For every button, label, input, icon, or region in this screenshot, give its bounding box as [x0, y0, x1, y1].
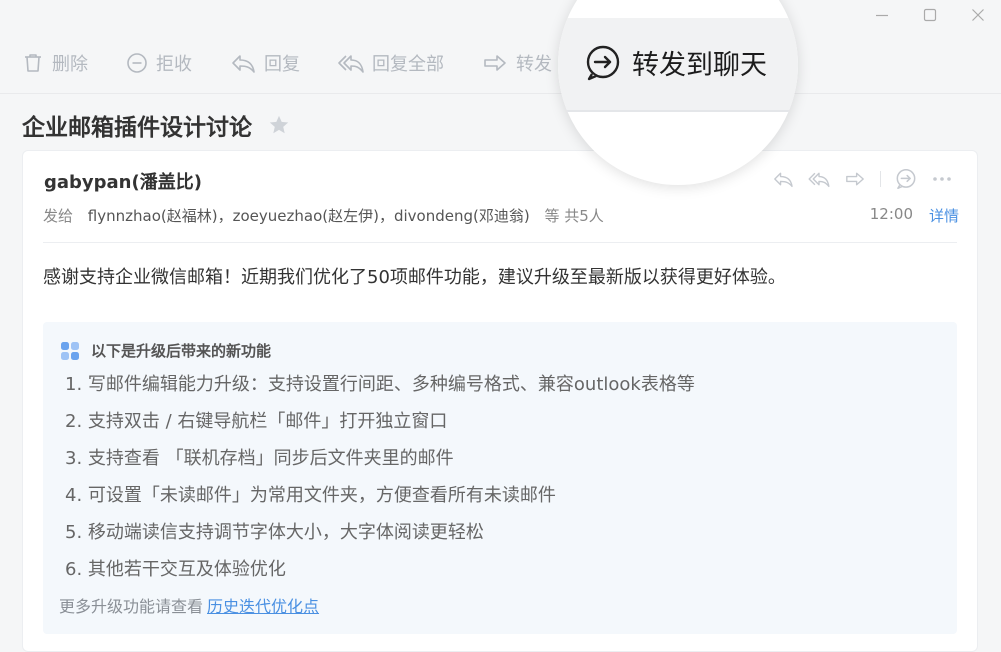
to-label: 发给 [43, 207, 74, 225]
forward-icon [482, 52, 508, 74]
recipient[interactable]: flynnzhao(赵福林) [88, 207, 218, 225]
recipient-count[interactable]: 等 共5人 [545, 207, 604, 225]
mail-toolbar: 删除 拒收 回复 回复全部 转发 [22, 48, 590, 78]
message-actions [758, 168, 953, 190]
more-features-text: 更多升级功能请查看 [59, 597, 204, 616]
delete-button[interactable]: 删除 [22, 50, 88, 76]
grid-icon [60, 341, 80, 361]
forward-label: 转发 [516, 54, 552, 75]
reply-all-label: 回复全部 [372, 54, 444, 75]
reply-all-icon[interactable] [808, 170, 830, 188]
chat-forward-icon[interactable] [895, 168, 917, 190]
minimize-icon [876, 14, 888, 17]
recipient[interactable]: zoeyuezhao(赵左伊) [233, 207, 379, 225]
forward-to-chat-label: 转发到聊天 [632, 50, 767, 81]
reply-all-icon [338, 52, 364, 74]
close-icon [972, 9, 984, 21]
trash-icon [22, 52, 44, 74]
toolbar-divider [0, 93, 1001, 94]
chat-forward-icon [584, 44, 622, 82]
reply-label: 回复 [264, 54, 300, 75]
feature-header: 以下是升级后带来的新功能 [60, 340, 271, 361]
email-subject-row: 企业邮箱插件设计讨论 [22, 108, 290, 142]
forward-button[interactable]: 转发 [482, 50, 552, 76]
reply-icon [230, 52, 256, 74]
maximize-button[interactable] [921, 6, 939, 24]
minus-circle-icon [126, 52, 148, 74]
delete-label: 删除 [52, 54, 88, 75]
minimize-button[interactable] [873, 6, 891, 24]
window-controls [873, 6, 987, 24]
forward-to-chat-button[interactable]: 转发到聊天 [584, 43, 767, 82]
reply-button[interactable]: 回复 [230, 50, 300, 76]
message-card: gabypan(潘盖比) 发给 flynnzhao(赵福林)，zoeyuezha… [22, 150, 978, 652]
email-time: 12:00 [869, 205, 913, 223]
feature-box: 以下是升级后带来的新功能 1. 写邮件编辑能力升级：支持设置行间距、多种编号格式… [43, 322, 957, 634]
recipients-line: 发给 flynnzhao(赵福林)，zoeyuezhao(赵左伊)，divond… [43, 205, 604, 226]
history-link[interactable]: 历史迭代优化点 [207, 597, 319, 616]
feature-list: 1. 写邮件编辑能力升级：支持设置行间距、多种编号格式、兼容outlook表格等… [65, 370, 695, 592]
email-body: 感谢支持企业微信邮箱！近期我们优化了50项邮件功能，建议升级至最新版以获得更好体… [43, 267, 786, 288]
email-subject: 企业邮箱插件设计讨论 [22, 115, 252, 141]
detail-link[interactable]: 详情 [929, 205, 959, 226]
feature-item: 3. 支持查看 「联机存档」同步后文件夹里的邮件 [65, 448, 454, 469]
forward-icon[interactable] [844, 170, 866, 188]
actions-separator [880, 171, 881, 187]
recipient-separator: ， [378, 207, 394, 225]
star-icon[interactable] [268, 114, 290, 136]
feature-item: 6. 其他若干交互及体验优化 [65, 559, 286, 580]
reply-all-button[interactable]: 回复全部 [338, 50, 444, 76]
reject-button[interactable]: 拒收 [126, 50, 192, 76]
feature-item: 4. 可设置「未读邮件」为常用文件夹，方便查看所有未读邮件 [65, 485, 556, 506]
feature-item: 2. 支持双击 / 右键导航栏「邮件」打开独立窗口 [65, 411, 448, 432]
recipient[interactable]: divondeng(邓迪翁) [394, 207, 530, 225]
feature-item: 1. 写邮件编辑能力升级：支持设置行间距、多种编号格式、兼容outlook表格等 [65, 374, 695, 395]
more-dots-icon[interactable] [931, 170, 953, 188]
feature-title: 以下是升级后带来的新功能 [91, 342, 272, 360]
reply-icon[interactable] [772, 170, 794, 188]
maximize-icon [923, 8, 937, 22]
sender-name[interactable]: gabypan(潘盖比) [44, 168, 202, 194]
reject-label: 拒收 [156, 54, 192, 75]
header-divider [43, 242, 957, 243]
feature-item: 5. 移动端读信支持调节字体大小，大字体阅读更轻松 [65, 522, 484, 543]
close-button[interactable] [969, 6, 987, 24]
more-features-line: 更多升级功能请查看 历史迭代优化点 [59, 593, 319, 617]
recipient-separator: ， [217, 207, 233, 225]
